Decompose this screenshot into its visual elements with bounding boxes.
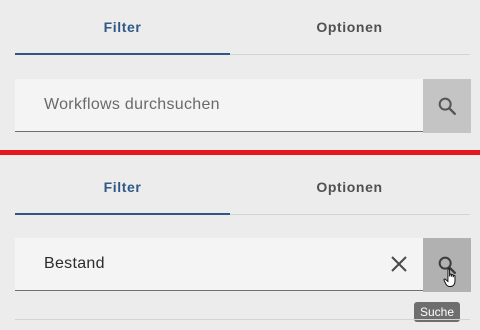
comparison-separator — [0, 150, 480, 155]
tooltip-label: Suche — [420, 305, 455, 319]
tab-options[interactable]: Optionen — [242, 160, 457, 214]
hand-pointer-icon — [443, 268, 456, 287]
tab-bar: Filter Optionen — [15, 0, 470, 55]
search-bar — [15, 79, 471, 133]
search-button[interactable] — [423, 79, 471, 133]
search-field-container — [15, 79, 423, 132]
active-tab-indicator — [15, 213, 230, 215]
tab-filter-label: Filter — [103, 179, 142, 195]
search-input[interactable] — [15, 254, 386, 274]
close-icon — [391, 256, 407, 272]
tab-options-label: Optionen — [316, 19, 383, 35]
active-tab-indicator — [15, 53, 230, 55]
search-icon — [438, 97, 456, 115]
tab-filter[interactable]: Filter — [15, 160, 230, 214]
divider — [15, 319, 470, 320]
top-panel: Filter Optionen — [0, 0, 480, 150]
clear-search-button[interactable] — [389, 254, 409, 274]
tab-options[interactable]: Optionen — [242, 0, 457, 54]
tab-filter-label: Filter — [103, 19, 142, 35]
search-bar — [15, 238, 471, 292]
search-field-container — [15, 238, 423, 291]
tab-filter[interactable]: Filter — [15, 0, 230, 54]
tab-options-label: Optionen — [316, 179, 383, 195]
search-input[interactable] — [15, 95, 386, 115]
tab-bar: Filter Optionen — [15, 160, 470, 215]
bottom-panel: Filter Optionen — [0, 157, 480, 330]
